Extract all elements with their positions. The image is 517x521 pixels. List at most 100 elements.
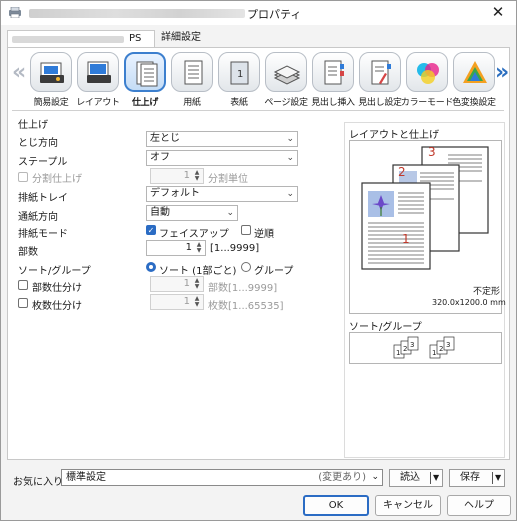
divider xyxy=(492,472,493,484)
color-mode-icon xyxy=(417,63,439,84)
strip-item-cover[interactable]: 1 表紙 xyxy=(216,52,262,110)
output-tray-select[interactable]: デフォルト ⌄ xyxy=(146,186,298,202)
split-unit: 分割単位 xyxy=(208,174,248,185)
copies-stepper[interactable]: 1 ▲ ▼ xyxy=(146,240,206,256)
scroll-left-arrow-icon[interactable]: « xyxy=(12,62,26,84)
stepper-arrows-icon[interactable]: ▲ ▼ xyxy=(192,170,202,182)
split-checkbox[interactable] xyxy=(18,172,28,182)
output-tray-value: デフォルト xyxy=(150,188,200,199)
favorites-modified: (変更あり) xyxy=(318,472,366,483)
copies-range: [1...9999] xyxy=(210,243,260,254)
binding-label: とじ方向 xyxy=(18,138,58,149)
page-number-2: 2 xyxy=(398,165,406,179)
tab-printer-settings[interactable]: PS xyxy=(7,30,155,47)
color-conversion-icon xyxy=(463,61,487,83)
svg-text:2: 2 xyxy=(439,345,443,353)
help-button[interactable]: ヘルプ xyxy=(447,495,511,516)
sheet-split-range: 枚数[1...65535] xyxy=(208,301,284,312)
staple-select[interactable]: オフ ⌄ xyxy=(146,150,298,166)
tab-name-redacted xyxy=(12,36,124,43)
strip-item-color-mode[interactable]: カラーモード xyxy=(401,52,453,110)
group-title-finishing: 仕上げ xyxy=(18,120,48,131)
settings-panel: « 簡易設定 レイアウト 仕上げ 用紙 1 表紙 ページ設定 見出し挿入 見出し… xyxy=(7,47,510,460)
cancel-button[interactable]: キャンセル xyxy=(375,495,441,516)
dropdown-arrow-icon[interactable]: ▼ xyxy=(495,470,501,486)
favorites-select[interactable]: 標準設定 (変更あり) ⌄ xyxy=(61,469,383,486)
sort-radio[interactable] xyxy=(146,262,156,272)
favorites-value: 標準設定 xyxy=(66,472,106,483)
strip-item-quick-setup[interactable]: 簡易設定 xyxy=(28,52,74,110)
load-split-button[interactable]: 読込 ▼ xyxy=(389,469,443,487)
copy-split-label: 部数仕分け xyxy=(32,283,82,294)
sort-radio-label: ソート (1部ごと) xyxy=(159,266,237,277)
stacked-pages-illustration xyxy=(361,146,489,270)
svg-text:1: 1 xyxy=(237,69,243,80)
strip-item-layout[interactable]: レイアウト xyxy=(75,52,121,110)
sort-group-label: ソート/グループ xyxy=(18,266,91,277)
printer-name-redacted xyxy=(29,9,245,18)
stepper-arrows-icon[interactable]: ▲ ▼ xyxy=(192,278,202,290)
reverse-order-checkbox[interactable] xyxy=(241,225,251,235)
strip-item-tab-insert[interactable]: 見出し挿入 xyxy=(310,52,356,110)
stepper-arrows-icon[interactable]: ▲ ▼ xyxy=(194,242,204,254)
split-label: 分割仕上げ xyxy=(32,174,82,185)
paper-icon xyxy=(184,60,203,85)
group-radio[interactable] xyxy=(241,262,251,272)
svg-text:1: 1 xyxy=(396,349,400,357)
stepper-arrows-icon[interactable]: ▲ ▼ xyxy=(192,296,202,308)
tab-insert-icon xyxy=(324,60,344,85)
staple-label: ステープル xyxy=(18,157,68,168)
function-icon-strip: « 簡易設定 レイアウト 仕上げ 用紙 1 表紙 ページ設定 見出し挿入 見出し… xyxy=(8,48,509,112)
split-stepper[interactable]: 1 ▲ ▼ xyxy=(150,168,204,184)
strip-item-page-setup[interactable]: ページ設定 xyxy=(263,52,309,110)
scroll-right-arrow-icon[interactable]: » xyxy=(495,62,509,84)
sort-sets-illustration: 1 2 3 1 2 3 xyxy=(393,336,455,359)
printer-icon xyxy=(9,7,21,18)
copies-value: 1 xyxy=(185,242,192,253)
paper-type: 不定形 xyxy=(473,287,501,297)
face-up-checkbox[interactable]: ✓ xyxy=(146,225,156,235)
binding-select[interactable]: 左とじ ⌄ xyxy=(146,131,298,147)
paper-direction-value: 自動 xyxy=(150,207,170,218)
strip-item-color-conversion[interactable]: 色変換設定 xyxy=(451,52,497,110)
chevron-down-icon: ⌄ xyxy=(371,472,379,482)
sheet-split-checkbox[interactable] xyxy=(18,298,28,308)
chevron-down-icon: ⌄ xyxy=(286,189,294,199)
strip-item-finishing[interactable]: 仕上げ xyxy=(122,52,168,110)
copy-split-checkbox[interactable] xyxy=(18,280,28,290)
dropdown-arrow-icon[interactable]: ▼ xyxy=(433,470,439,486)
close-button[interactable]: ✕ xyxy=(488,3,508,21)
save-split-button[interactable]: 保存 ▼ xyxy=(449,469,505,487)
chevron-down-icon: ⌄ xyxy=(286,153,294,163)
title-bar: プロパティ ✕ xyxy=(1,1,516,25)
finishing-icon xyxy=(136,61,158,87)
binding-value: 左とじ xyxy=(150,133,180,144)
chevron-down-icon: ⌄ xyxy=(286,134,294,144)
strip-item-tab-setting[interactable]: 見出し設定 xyxy=(357,52,403,110)
group-radio-label: グループ xyxy=(254,266,294,277)
load-label: 読込 xyxy=(400,472,420,483)
copies-label: 部数 xyxy=(18,247,38,258)
sort-preview: 1 2 3 1 2 3 xyxy=(349,332,502,364)
sort-preview-title: ソート/グループ xyxy=(349,322,422,333)
copy-split-stepper[interactable]: 1 ▲ ▼ xyxy=(150,276,204,292)
paper-direction-select[interactable]: 自動 ⌄ xyxy=(146,205,238,221)
paper-direction-label: 通紙方向 xyxy=(18,212,58,223)
divider xyxy=(12,110,504,111)
sheet-split-stepper[interactable]: 1 ▲ ▼ xyxy=(150,294,204,310)
ok-button[interactable]: OK xyxy=(303,495,369,516)
copy-split-value: 1 xyxy=(183,278,190,289)
preview-title: レイアウトと仕上げ xyxy=(349,130,439,141)
svg-text:3: 3 xyxy=(446,341,450,349)
reverse-order-label: 逆順 xyxy=(254,229,274,240)
strip-item-paper[interactable]: 用紙 xyxy=(169,52,215,110)
sheet-split-value: 1 xyxy=(183,296,190,307)
quick-setup-icon xyxy=(40,62,64,83)
face-up-label: フェイスアップ xyxy=(159,229,229,240)
layout-icon xyxy=(87,61,111,83)
paper-size: 320.0x1200.0 mm xyxy=(432,298,506,307)
sheet-split-label: 枚数仕分け xyxy=(32,301,82,312)
tab-advanced[interactable]: 詳細設定 xyxy=(157,30,205,47)
cover-icon: 1 xyxy=(230,61,249,85)
tab-bar: PS 詳細設定 xyxy=(7,30,510,47)
